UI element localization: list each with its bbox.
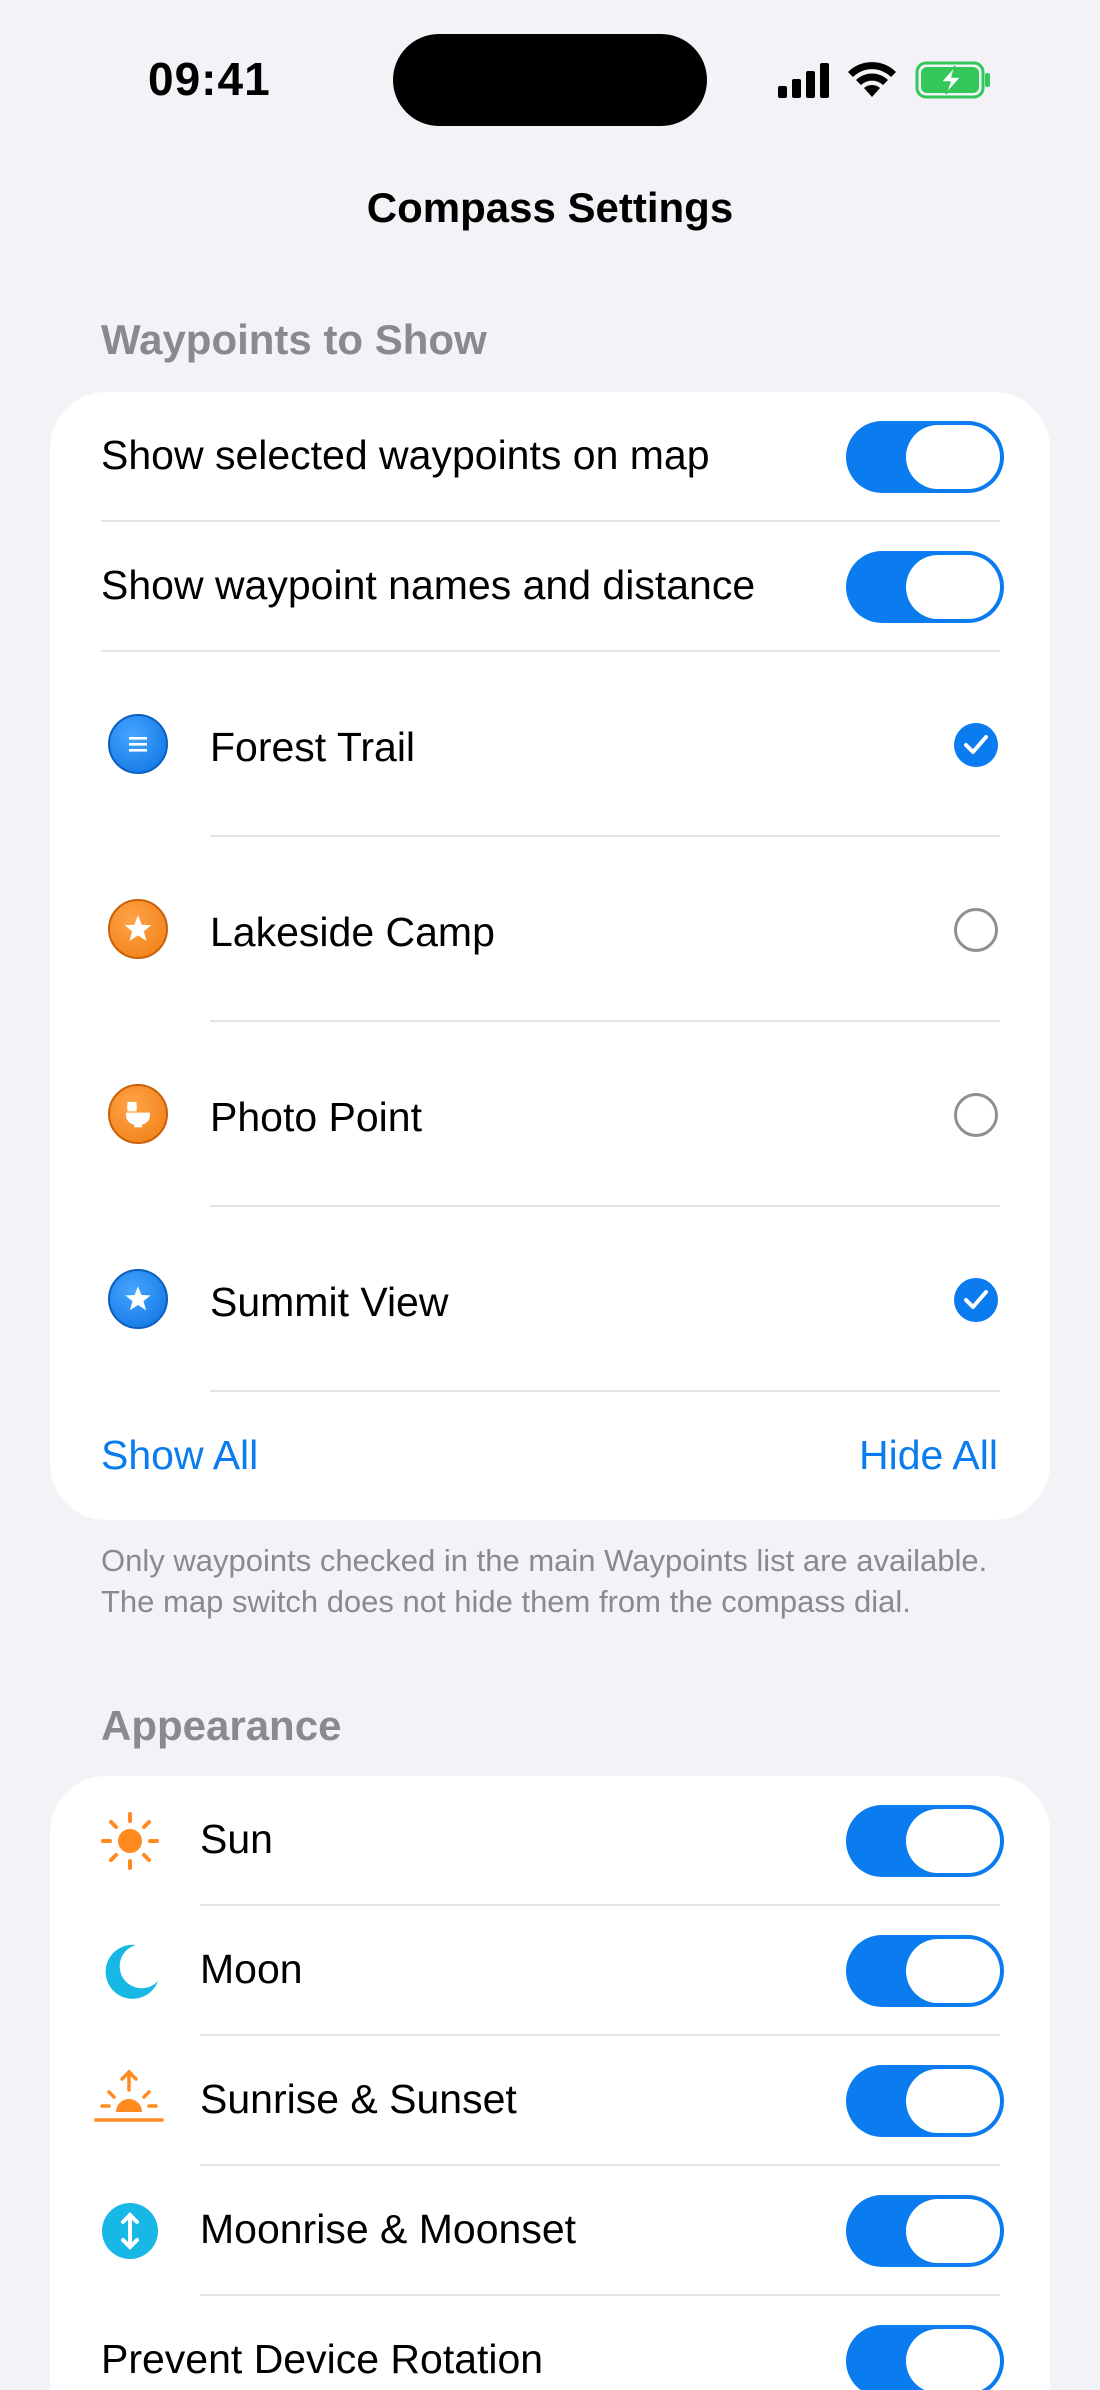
checkmark-icon[interactable] bbox=[954, 723, 998, 767]
sun-icon bbox=[101, 1812, 159, 1870]
appearance-row-moon: Moon bbox=[50, 1906, 1050, 2036]
waypoint-label: Summit View bbox=[210, 1279, 449, 1325]
star-icon bbox=[108, 1269, 168, 1329]
list-icon bbox=[108, 714, 168, 774]
dynamic-island bbox=[393, 34, 707, 126]
page-title: Compass Settings bbox=[366, 184, 734, 231]
moon-toggle[interactable] bbox=[846, 1935, 1004, 2007]
toggle-row-show-on-map: Show selected waypoints on map bbox=[50, 392, 1050, 522]
cellular-signal-icon bbox=[778, 62, 829, 98]
unchecked-circle-icon[interactable] bbox=[954, 1093, 998, 1137]
appearance-row-moonrise-moonset: Moonrise & Moonset bbox=[50, 2166, 1050, 2296]
show-on-map-label: Show selected waypoints on map bbox=[101, 432, 710, 478]
section-header-appearance: Appearance bbox=[101, 1702, 342, 1749]
status-time: 09:41 bbox=[148, 53, 271, 105]
hide-all-button[interactable]: Hide All bbox=[859, 1432, 998, 1479]
waypoints-card: Show selected waypoints on map Show wayp… bbox=[50, 392, 1050, 1520]
waypoint-row-forest-trail[interactable]: Forest Trail bbox=[50, 652, 1050, 837]
restroom-icon bbox=[108, 1084, 168, 1144]
names-distance-label: Show waypoint names and distance bbox=[101, 562, 756, 608]
prevent-rotation-label: Prevent Device Rotation bbox=[101, 2336, 544, 2382]
waypoint-row-lakeside-camp[interactable]: Lakeside Camp bbox=[50, 837, 1050, 1022]
waypoint-label: Photo Point bbox=[210, 1094, 422, 1140]
waypoint-label: Lakeside Camp bbox=[210, 909, 495, 955]
moon-label: Moon bbox=[200, 1946, 303, 1992]
moonrise-moonset-label: Moonrise & Moonset bbox=[200, 2206, 577, 2252]
moonrise-icon bbox=[102, 2203, 158, 2259]
prevent-rotation-toggle[interactable] bbox=[846, 2325, 1004, 2390]
appearance-row-sun: Sun bbox=[50, 1776, 1050, 1906]
appearance-card: Sun Moon Sunrise & Sunset Moonrise & Moo… bbox=[50, 1776, 1050, 2390]
sun-toggle[interactable] bbox=[846, 1805, 1004, 1877]
moonrise-moonset-toggle[interactable] bbox=[846, 2195, 1004, 2267]
unchecked-circle-icon[interactable] bbox=[954, 908, 998, 952]
battery-charging-icon bbox=[915, 61, 990, 99]
waypoints-footnote: Only waypoints checked in the main Waypo… bbox=[101, 1543, 988, 1619]
separator bbox=[210, 1390, 1000, 1392]
star-icon bbox=[108, 899, 168, 959]
status-bar: 09:41 bbox=[0, 0, 1100, 160]
names-distance-toggle[interactable] bbox=[846, 551, 1004, 623]
status-icons bbox=[778, 58, 993, 102]
toggle-row-names-distance: Show waypoint names and distance bbox=[50, 522, 1050, 652]
show-on-map-toggle[interactable] bbox=[846, 421, 1004, 493]
wifi-icon bbox=[848, 62, 896, 97]
sun-label: Sun bbox=[200, 1816, 273, 1862]
waypoint-row-summit-view[interactable]: Summit View bbox=[50, 1207, 1050, 1392]
waypoint-row-photo-point[interactable]: Photo Point bbox=[50, 1022, 1050, 1207]
appearance-row-sunrise-sunset: Sunrise & Sunset bbox=[50, 2036, 1050, 2166]
checkmark-icon[interactable] bbox=[954, 1278, 998, 1322]
sunrise-icon bbox=[94, 2069, 164, 2122]
appearance-row-prevent-rotation: Prevent Device Rotation bbox=[50, 2296, 1050, 2390]
moon-icon bbox=[105, 1944, 158, 1999]
waypoint-label: Forest Trail bbox=[210, 724, 416, 770]
sunrise-sunset-label: Sunrise & Sunset bbox=[200, 2076, 517, 2122]
section-header-waypoints: Waypoints to Show bbox=[101, 316, 487, 363]
show-all-button[interactable]: Show All bbox=[101, 1432, 258, 1479]
sunrise-sunset-toggle[interactable] bbox=[846, 2065, 1004, 2137]
